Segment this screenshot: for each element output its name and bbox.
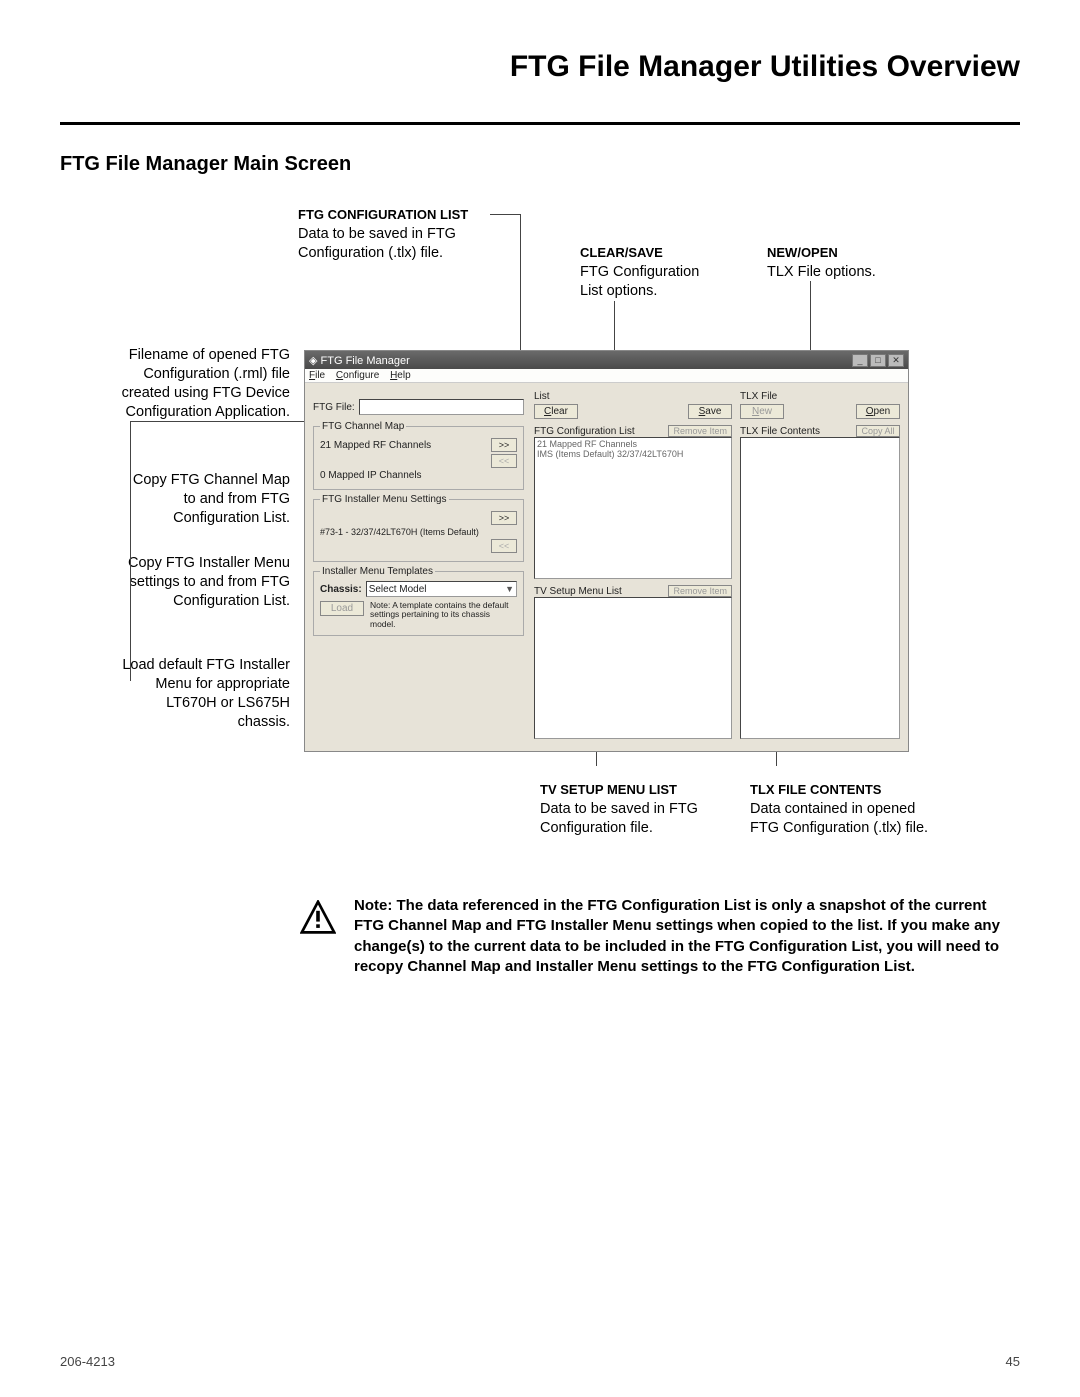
ann-filename: Filename of opened FTG Configuration (.r…	[60, 346, 290, 421]
ann-load-def: Load default FTG Installer Menu for appr…	[60, 656, 290, 731]
note-row: Note: The data referenced in the FTG Con…	[300, 896, 1020, 977]
list-fieldset-label: List	[534, 391, 550, 402]
clear-button[interactable]: Clear	[534, 404, 578, 419]
diagram-area: FTG CONFIGURATION LIST Data to be saved …	[60, 206, 1020, 846]
copy-rf-left-button[interactable]: <<	[491, 454, 517, 468]
copy-installer-right-button[interactable]: >>	[491, 511, 517, 525]
ftg-file-label: FTG File:	[313, 402, 355, 413]
section-title: FTG File Manager Main Screen	[60, 153, 1020, 176]
ann-clear-save: CLEAR/SAVE FTG Configuration List option…	[580, 244, 740, 301]
page-footer: 206-4213 45	[60, 1354, 1020, 1369]
tv-setup-list-label: TV Setup Menu List	[534, 586, 622, 597]
rf-channels-text: 21 Mapped RF Channels	[320, 440, 431, 451]
minimize-button[interactable]: _	[852, 354, 868, 367]
ftg-config-list-label: FTG Configuration List	[534, 426, 635, 437]
tlx-file-fieldset-label: TLX File	[740, 391, 777, 402]
template-note: Note: A template contains the default se…	[370, 601, 517, 629]
titlebar: ◈ FTG File Manager _ □ ✕	[305, 351, 908, 369]
ann-tlx-contents: TLX FILE CONTENTS Data contained in open…	[750, 781, 980, 838]
save-button[interactable]: Save	[688, 404, 732, 419]
installer-fieldset: FTG Installer Menu Settings >> #73-1 - 3…	[313, 494, 524, 562]
menu-help[interactable]: Help	[390, 370, 411, 381]
tlx-contents-label: TLX File Contents	[740, 426, 820, 437]
installer-line: #73-1 - 32/37/42LT670H (Items Default)	[320, 527, 479, 537]
app-window: ◈ FTG File Manager _ □ ✕ File Configure …	[304, 350, 909, 752]
chassis-label: Chassis:	[320, 584, 362, 595]
menu-file[interactable]: File	[309, 370, 325, 381]
new-button[interactable]: New	[740, 404, 784, 419]
ann-new-open: NEW/OPEN TLX File options.	[767, 244, 927, 282]
maximize-button[interactable]: □	[870, 354, 886, 367]
ftg-file-input[interactable]	[359, 399, 524, 415]
ann-chanmap: Copy FTG Channel Map to and from FTG Con…	[60, 471, 290, 528]
page-number: 45	[1006, 1354, 1020, 1369]
ip-channels-text: 0 Mapped IP Channels	[320, 470, 422, 481]
channel-map-fieldset: FTG Channel Map 21 Mapped RF Channels >>…	[313, 421, 524, 490]
ftg-config-listbox[interactable]: 21 Mapped RF Channels IMS (Items Default…	[534, 437, 732, 579]
templates-fieldset: Installer Menu Templates Chassis: Select…	[313, 566, 524, 636]
doc-number: 206-4213	[60, 1354, 115, 1369]
copy-installer-left-button[interactable]: <<	[491, 539, 517, 553]
page-title: FTG File Manager Utilities Overview	[60, 50, 1020, 84]
open-button[interactable]: Open	[856, 404, 900, 419]
copy-all-button[interactable]: Copy All	[856, 425, 900, 437]
warning-icon	[300, 900, 336, 936]
ann-tv-setup: TV SETUP MENU LIST Data to be saved in F…	[540, 781, 740, 838]
note-text: Note: The data referenced in the FTG Con…	[354, 896, 1020, 977]
tlx-contents-listbox[interactable]	[740, 437, 900, 739]
close-button[interactable]: ✕	[888, 354, 904, 367]
remove-item-config-button[interactable]: Remove Item	[668, 425, 732, 437]
remove-item-tvsetup-button[interactable]: Remove Item	[668, 585, 732, 597]
menu-configure[interactable]: Configure	[336, 370, 379, 381]
menubar: File Configure Help	[305, 369, 908, 383]
copy-rf-right-button[interactable]: >>	[491, 438, 517, 452]
tv-setup-listbox[interactable]	[534, 597, 732, 739]
ann-installer: Copy FTG Installer Menu settings to and …	[60, 554, 290, 611]
chassis-select[interactable]: Select Model▼	[366, 581, 517, 597]
horizontal-rule	[60, 122, 1020, 125]
app-title: ◈ FTG File Manager	[309, 354, 410, 367]
load-button[interactable]: Load	[320, 601, 364, 616]
